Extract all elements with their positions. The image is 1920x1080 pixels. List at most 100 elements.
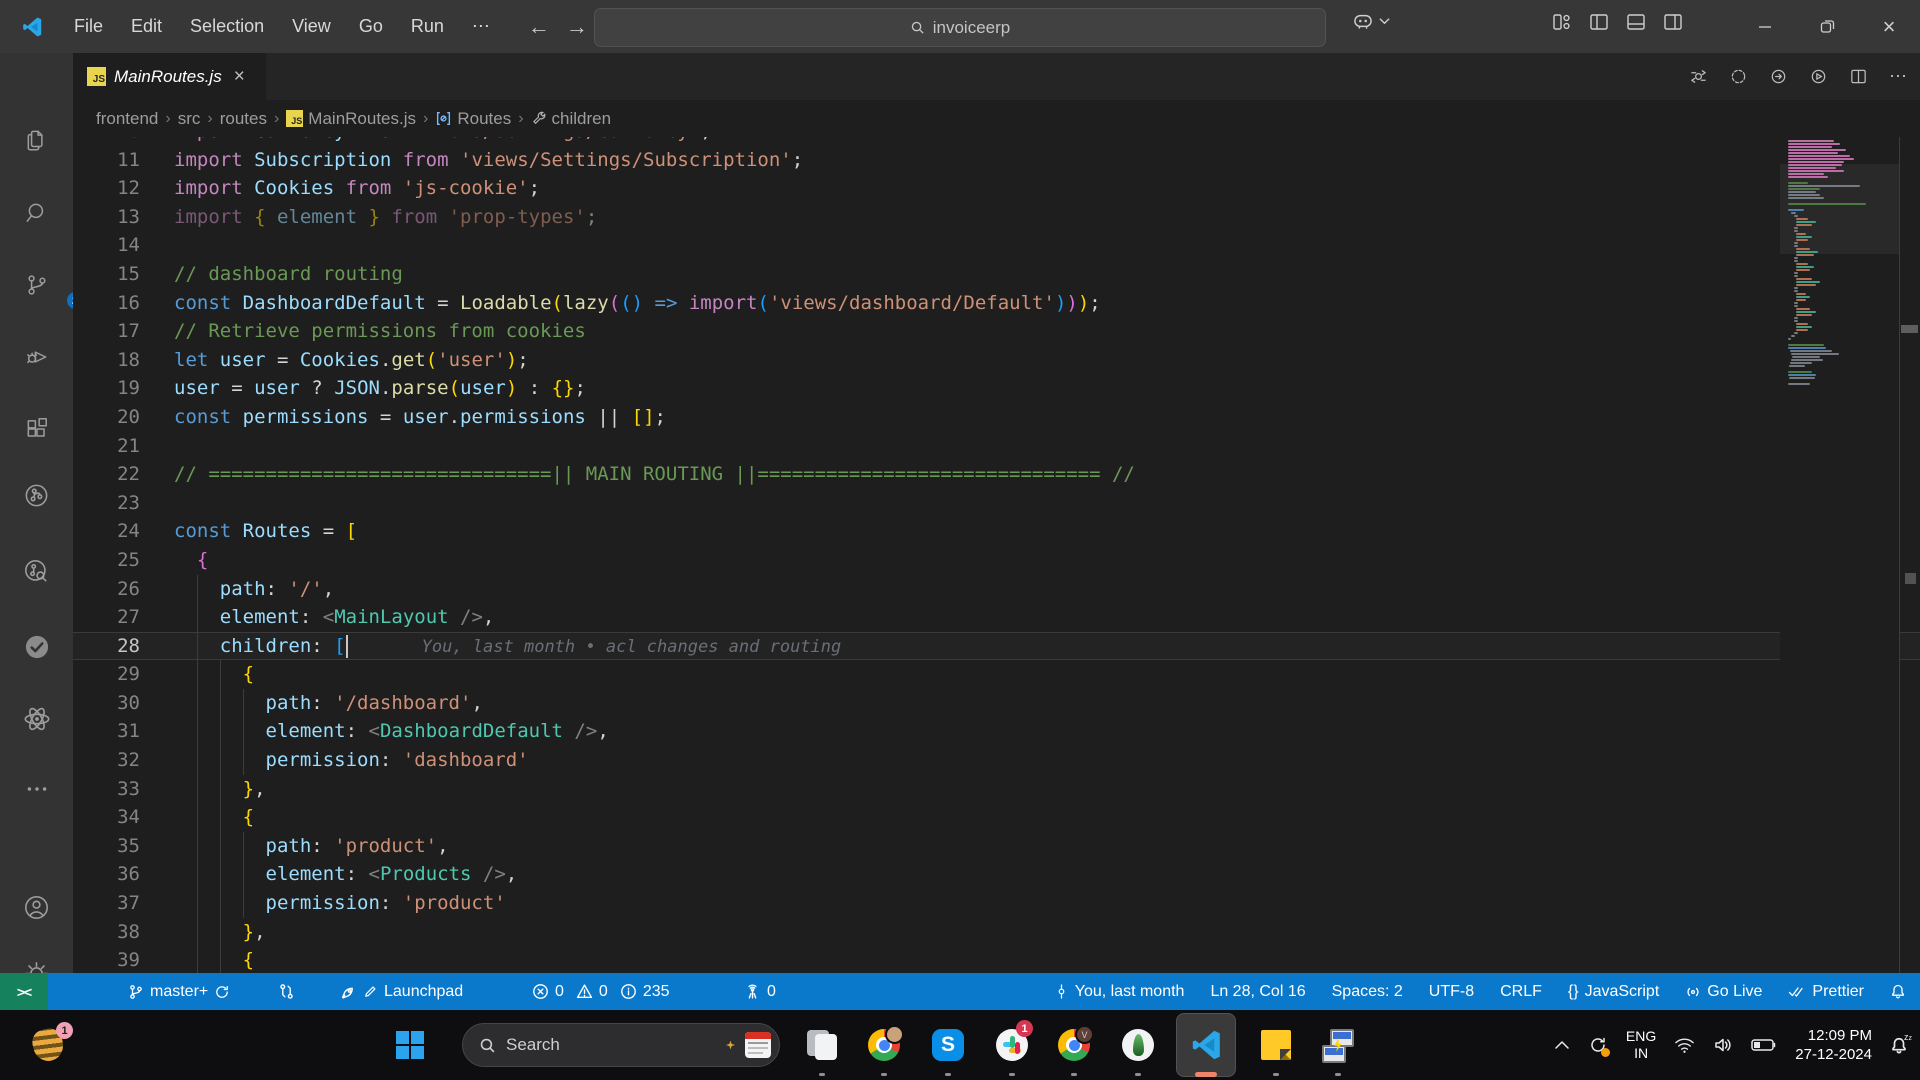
menu-run[interactable]: Run bbox=[399, 12, 456, 41]
tray-sync-icon[interactable] bbox=[1588, 1035, 1608, 1055]
indentation-button[interactable]: Spaces: 2 bbox=[1332, 983, 1403, 1001]
react-devtools-icon[interactable] bbox=[0, 695, 73, 743]
taskbar-search-box[interactable]: Search bbox=[462, 1023, 780, 1067]
taskbar-winscp-icon[interactable] bbox=[1312, 1010, 1364, 1080]
taskbar-chrome-profile2-icon[interactable]: V bbox=[1048, 1010, 1100, 1080]
tray-clock[interactable]: 12:09 PM 27-12-2024 bbox=[1795, 1026, 1872, 1064]
additional-views-icon[interactable] bbox=[0, 765, 73, 813]
code-line-15[interactable]: 15// dashboard routing bbox=[73, 260, 1920, 289]
compare-changes-icon[interactable] bbox=[1689, 67, 1708, 86]
toggle-panel-icon[interactable] bbox=[1626, 12, 1646, 32]
tray-volume-icon[interactable] bbox=[1713, 1036, 1733, 1054]
ports-button[interactable]: 0 bbox=[744, 973, 776, 1010]
code-line-28[interactable]: 28 children: [You, last month • acl chan… bbox=[73, 632, 1920, 661]
gitlens-branch-button[interactable] bbox=[278, 973, 295, 1010]
notifications-bell-button[interactable] bbox=[1890, 983, 1906, 1000]
taskbar-window-stack-app[interactable] bbox=[796, 1010, 848, 1080]
launchpad-button[interactable]: Launchpad bbox=[340, 973, 463, 1010]
code-line-39[interactable]: 39 { bbox=[73, 946, 1920, 973]
code-line-21[interactable]: 21 bbox=[73, 432, 1920, 461]
code-line-26[interactable]: 26 path: '/', bbox=[73, 575, 1920, 604]
customize-layout-icon[interactable] bbox=[1552, 12, 1572, 32]
toggle-sidebar-icon[interactable] bbox=[1589, 12, 1609, 32]
overview-ruler[interactable] bbox=[1899, 137, 1920, 973]
tray-language-indicator[interactable]: ENGIN bbox=[1626, 1028, 1656, 1062]
code-line-36[interactable]: 36 element: <Products />, bbox=[73, 860, 1920, 889]
eol-button[interactable]: CRLF bbox=[1500, 983, 1542, 1001]
code-editor[interactable]: 10import Currency from 'views/Settings/C… bbox=[73, 137, 1920, 973]
remote-indicator-button[interactable]: >< bbox=[0, 973, 48, 1010]
testing-icon[interactable] bbox=[0, 623, 73, 671]
breadcrumb-symbol-children[interactable]: children bbox=[531, 109, 612, 129]
gitlens-icon[interactable] bbox=[0, 471, 73, 519]
minimap[interactable] bbox=[1780, 137, 1900, 973]
code-line-35[interactable]: 35 path: 'product', bbox=[73, 832, 1920, 861]
menu-edit[interactable]: Edit bbox=[119, 12, 174, 41]
go-live-button[interactable]: Go Live bbox=[1685, 983, 1762, 1001]
language-mode-button[interactable]: {}JavaScript bbox=[1568, 983, 1659, 1001]
taskbar-slack-icon[interactable]: 1 bbox=[986, 1010, 1038, 1080]
command-center[interactable]: invoiceerp bbox=[594, 8, 1326, 47]
taskbar-corner-app[interactable]: 1 bbox=[22, 1010, 74, 1080]
tray-wifi-icon[interactable] bbox=[1674, 1037, 1695, 1054]
run-debug-icon[interactable] bbox=[0, 333, 73, 381]
problems-button[interactable]: 0 0 235 bbox=[532, 973, 670, 1010]
code-line-29[interactable]: 29 { bbox=[73, 660, 1920, 689]
taskbar-chrome-icon[interactable] bbox=[858, 1010, 910, 1080]
code-line-12[interactable]: 12import Cookies from 'js-cookie'; bbox=[73, 174, 1920, 203]
search-view-icon[interactable] bbox=[0, 189, 73, 237]
code-line-25[interactable]: 25 { bbox=[73, 546, 1920, 575]
code-line-11[interactable]: 11import Subscription from 'views/Settin… bbox=[73, 146, 1920, 175]
minimize-button[interactable] bbox=[1734, 0, 1796, 53]
accounts-icon[interactable] bbox=[0, 883, 73, 931]
more-actions-icon[interactable]: ⋯ bbox=[1889, 66, 1908, 87]
breadcrumb-src[interactable]: src bbox=[178, 109, 201, 129]
menu-more[interactable]: ⋯ bbox=[460, 12, 502, 41]
explorer-icon[interactable] bbox=[0, 116, 73, 164]
code-line-30[interactable]: 30 path: '/dashboard', bbox=[73, 689, 1920, 718]
tray-battery-icon[interactable] bbox=[1751, 1038, 1777, 1052]
code-line-14[interactable]: 14 bbox=[73, 231, 1920, 260]
code-line-22[interactable]: 22// ==============================|| MA… bbox=[73, 460, 1920, 489]
copilot-button[interactable] bbox=[1352, 12, 1390, 30]
code-line-23[interactable]: 23 bbox=[73, 489, 1920, 518]
taskbar-sticky-notes-icon[interactable] bbox=[1250, 1010, 1302, 1080]
tab-mainroutes[interactable]: JS MainRoutes.js × bbox=[73, 53, 267, 100]
breadcrumb-symbol-routes[interactable]: Routes bbox=[435, 109, 511, 129]
nav-back-icon[interactable]: ← bbox=[528, 14, 550, 40]
menu-selection[interactable]: Selection bbox=[178, 12, 276, 41]
prettier-button[interactable]: Prettier bbox=[1788, 983, 1864, 1001]
code-line-32[interactable]: 32 permission: 'dashboard' bbox=[73, 746, 1920, 775]
tab-close-icon[interactable]: × bbox=[234, 67, 245, 86]
blame-status-button[interactable]: You, last month bbox=[1054, 983, 1185, 1001]
gitlens-inspect-icon[interactable] bbox=[0, 547, 73, 595]
code-line-10[interactable]: 10import Currency from 'views/Settings/C… bbox=[73, 137, 1920, 146]
run-code-icon[interactable] bbox=[1809, 67, 1828, 86]
menu-go[interactable]: Go bbox=[347, 12, 395, 41]
nav-forward-icon[interactable]: → bbox=[566, 14, 588, 40]
menu-view[interactable]: View bbox=[280, 12, 343, 41]
extensions-icon[interactable] bbox=[0, 405, 73, 453]
split-editor-icon[interactable] bbox=[1849, 67, 1868, 86]
start-button[interactable] bbox=[384, 1010, 436, 1080]
close-button[interactable]: × bbox=[1858, 0, 1920, 53]
code-line-31[interactable]: 31 element: <DashboardDefault />, bbox=[73, 717, 1920, 746]
code-line-19[interactable]: 19user = user ? JSON.parse(user) : {}; bbox=[73, 374, 1920, 403]
cursor-position-button[interactable]: Ln 28, Col 16 bbox=[1210, 983, 1305, 1001]
code-line-24[interactable]: 24const Routes = [ bbox=[73, 517, 1920, 546]
toggle-secondary-sidebar-icon[interactable] bbox=[1663, 12, 1683, 32]
breadcrumb-file[interactable]: JS MainRoutes.js bbox=[286, 109, 416, 129]
taskbar-skype-icon[interactable]: S bbox=[922, 1010, 974, 1080]
code-line-16[interactable]: 16const DashboardDefault = Loadable(lazy… bbox=[73, 289, 1920, 318]
code-line-38[interactable]: 38 }, bbox=[73, 918, 1920, 947]
menu-file[interactable]: File bbox=[62, 12, 115, 41]
code-line-17[interactable]: 17// Retrieve permissions from cookies bbox=[73, 317, 1920, 346]
code-line-34[interactable]: 34 { bbox=[73, 803, 1920, 832]
code-line-20[interactable]: 20const permissions = user.permissions |… bbox=[73, 403, 1920, 432]
branch-button[interactable]: master+ bbox=[128, 973, 230, 1010]
tray-notifications-bell-icon[interactable]: zz bbox=[1890, 1036, 1908, 1055]
code-line-13[interactable]: 13import { element } from 'prop-types'; bbox=[73, 203, 1920, 232]
taskbar-vscode-active[interactable] bbox=[1176, 1010, 1236, 1080]
restore-button[interactable] bbox=[1796, 0, 1858, 53]
code-line-27[interactable]: 27 element: <MainLayout />, bbox=[73, 603, 1920, 632]
